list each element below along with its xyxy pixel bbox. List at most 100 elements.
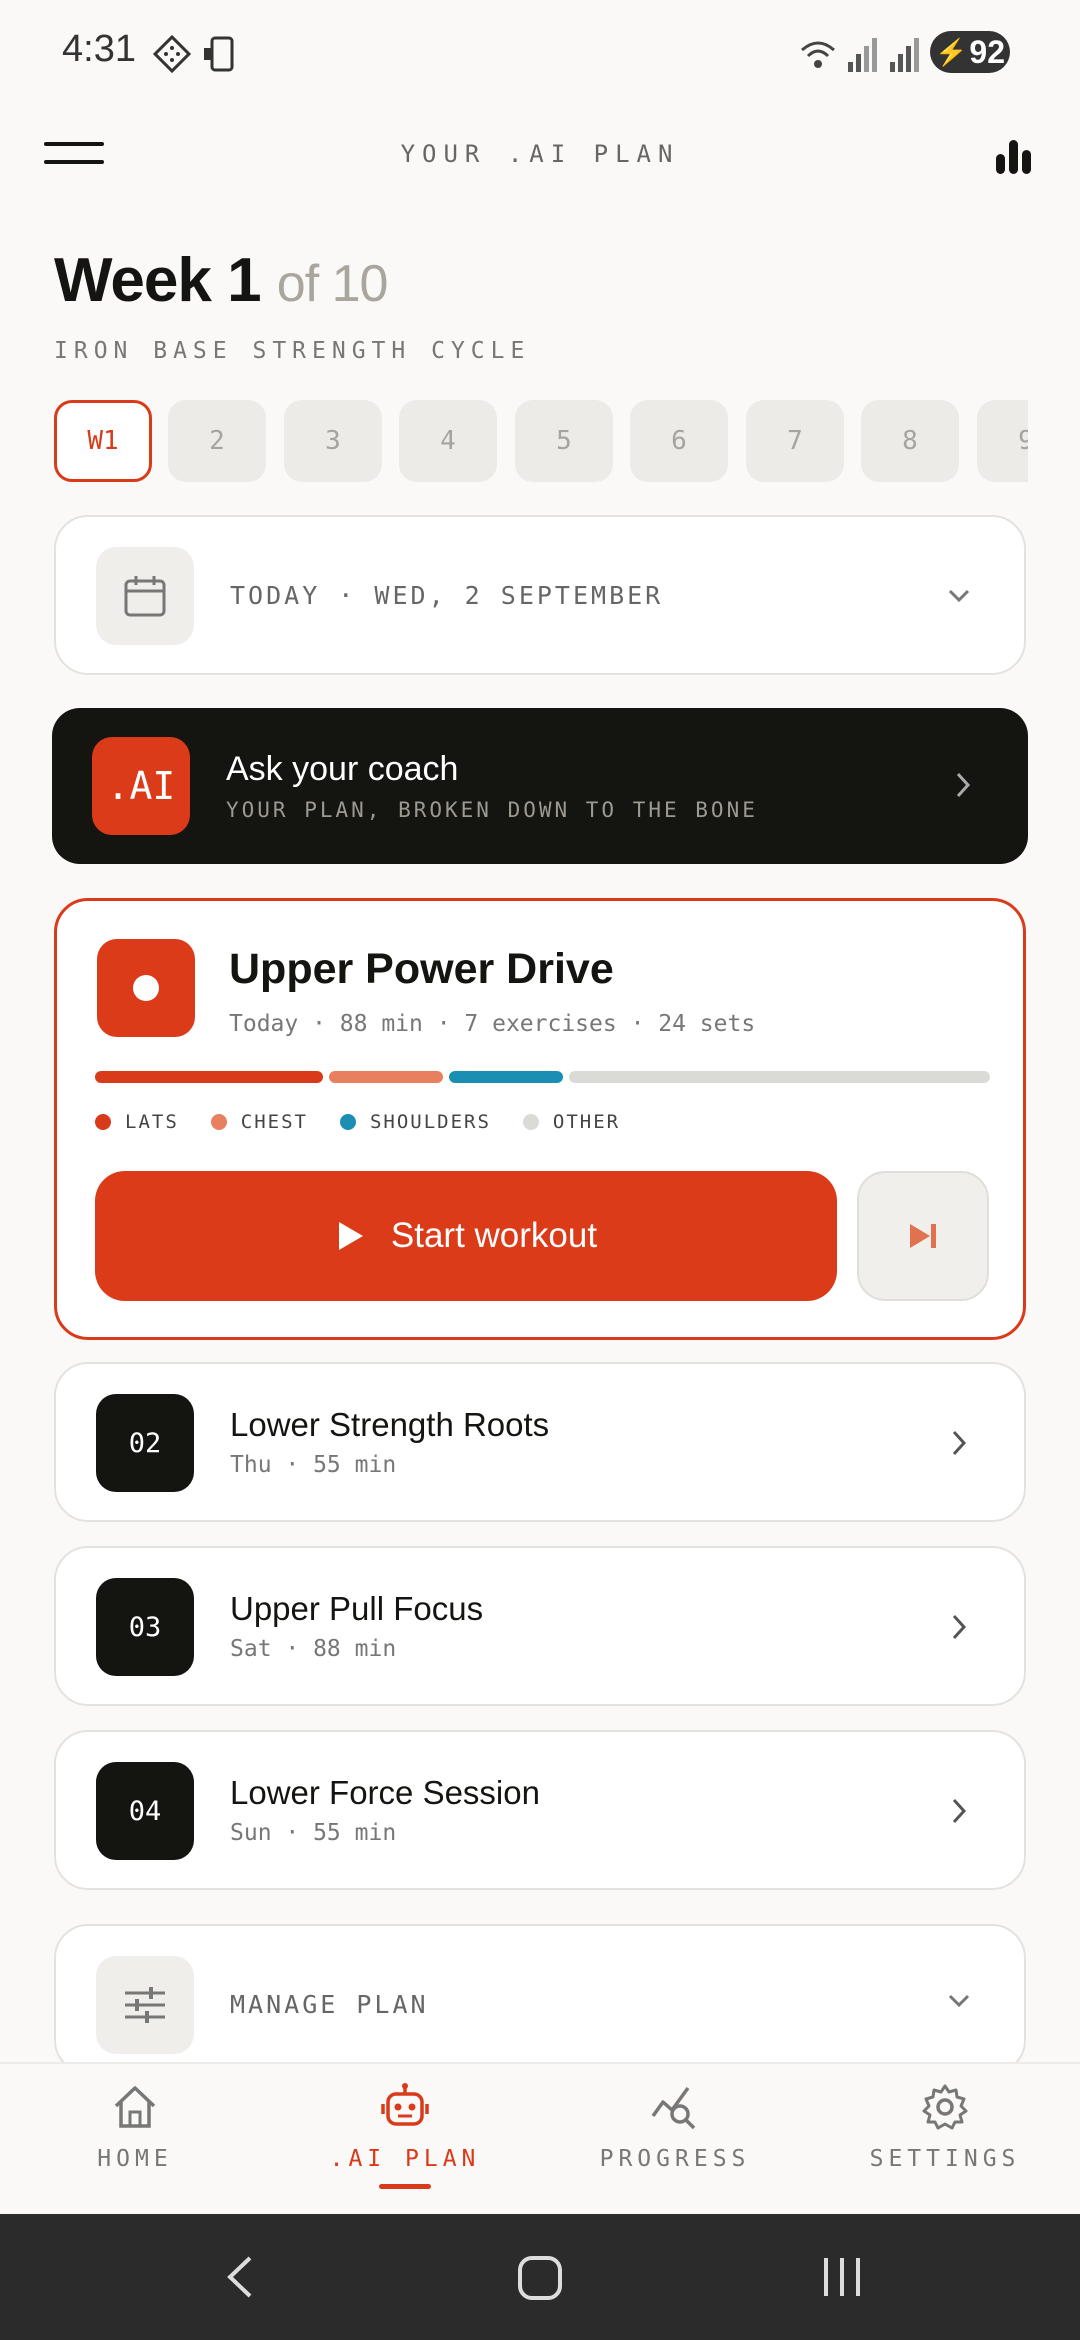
legend-dot [339, 1114, 356, 1130]
home-nav-icon[interactable] [516, 2254, 564, 2307]
nav-ai-plan-label: .AI PLAN [329, 2146, 481, 2172]
manage-plan-card[interactable]: MANAGE PLAN [54, 1924, 1026, 2074]
sliders-tile [96, 1956, 194, 2054]
week-of: of 10 [276, 255, 389, 313]
muscle-legend: LATS CHEST SHOULDERS OTHER [95, 1111, 620, 1133]
skip-workout-button[interactable] [857, 1171, 989, 1301]
legend-dot [95, 1114, 111, 1130]
session-card-02[interactable]: 02 Lower Strength Roots Thu · 55 min [54, 1362, 1026, 1522]
chevron-right-icon [952, 1798, 967, 1824]
muscle-bar-shoulders [449, 1071, 563, 1083]
home-icon [114, 2086, 156, 2128]
nav-settings-label: SETTINGS [869, 2146, 1021, 2172]
week-chip-1[interactable]: W1 [54, 400, 152, 482]
robot-icon [381, 2083, 429, 2126]
status-time: 4:31 [62, 28, 136, 70]
session-number: 03 [96, 1578, 194, 1676]
battery-level: 92 [969, 33, 1005, 70]
chevron-right-icon [952, 1430, 967, 1456]
week-chip-6[interactable]: 6 [630, 400, 728, 482]
recents-nav-icon[interactable] [820, 2254, 864, 2305]
week-chip-9[interactable]: 9 [977, 400, 1028, 482]
legend-item-chest: CHEST [210, 1111, 308, 1133]
session-number: 02 [96, 1394, 194, 1492]
active-tab-indicator [379, 2184, 431, 2189]
week-selector: W1 2 3 4 5 6 7 8 9 [54, 400, 1028, 482]
legend-item-other: OTHER [522, 1111, 621, 1133]
session-meta: Sat · 88 min [230, 1636, 397, 1662]
legend-label: LATS [125, 1111, 179, 1133]
week-chip-8[interactable]: 8 [861, 400, 959, 482]
nav-progress-label: PROGRESS [599, 2146, 751, 2172]
legend-dot [210, 1114, 227, 1130]
workout-title: Upper Power Drive [229, 945, 614, 993]
muscle-bar-chest [329, 1071, 443, 1083]
nav-home[interactable]: HOME [0, 2082, 270, 2172]
session-card-04[interactable]: 04 Lower Force Session Sun · 55 min [54, 1730, 1026, 1890]
nav-progress[interactable]: PROGRESS [540, 2082, 810, 2172]
session-title: Lower Strength Roots [230, 1406, 550, 1443]
today-workout-card: Upper Power Drive Today · 88 min · 7 exe… [54, 898, 1026, 1340]
legend-item-shoulders: SHOULDERS [339, 1111, 491, 1133]
legend-label: SHOULDERS [369, 1111, 491, 1133]
week-chip-3[interactable]: 3 [284, 400, 382, 482]
ai-badge: .AI [92, 737, 190, 835]
week-chip-7[interactable]: 7 [746, 400, 844, 482]
coach-subtitle: YOUR PLAN, BROKEN DOWN TO THE BONE [226, 798, 758, 822]
header-title: YOUR .AI PLAN [400, 140, 680, 168]
sliders-icon [125, 1987, 165, 2023]
legend-item-lats: LATS [95, 1111, 179, 1133]
chevron-right-icon [956, 772, 971, 798]
session-title: Upper Pull Focus [230, 1590, 484, 1627]
battery-indicator: ⚡ 92 [930, 31, 1010, 73]
session-number: 04 [96, 1762, 194, 1860]
nav-home-label: HOME [97, 2146, 173, 2172]
app-header: YOUR .AI PLAN [0, 120, 1080, 190]
progress-search-icon [651, 2086, 696, 2130]
legend-dot [522, 1114, 539, 1130]
status-bar: 4:31 ⚡ 92 [0, 0, 1080, 100]
muscle-bar-lats [95, 1071, 323, 1083]
week-chip-4[interactable]: 4 [399, 400, 497, 482]
manage-plan-label: MANAGE PLAN [230, 1990, 429, 2019]
chevron-down-icon [948, 1994, 970, 2008]
play-icon [338, 1222, 363, 1250]
muscle-bar-other [569, 1071, 990, 1083]
signal-icon [890, 38, 919, 72]
skip-next-icon [910, 1224, 936, 1248]
week-chip-5[interactable]: 5 [515, 400, 613, 482]
wifi-icon [801, 41, 835, 68]
workout-meta: Today · 88 min · 7 exercises · 24 sets [229, 1011, 756, 1037]
week-chip-2[interactable]: 2 [168, 400, 266, 482]
nav-ai-plan[interactable]: .AI PLAN [270, 2082, 540, 2189]
coach-title: Ask your coach [226, 750, 459, 788]
gear-icon [922, 2084, 968, 2130]
start-workout-label: Start workout [390, 1216, 598, 1255]
week-title: Week 1 of 10 [54, 245, 389, 316]
legend-label: CHEST [240, 1111, 308, 1133]
signal-icon [848, 38, 877, 72]
start-workout-button[interactable]: Start workout [95, 1171, 837, 1301]
week-label: Week 1 [54, 246, 262, 315]
chevron-down-icon [948, 589, 970, 603]
session-card-03[interactable]: 03 Upper Pull Focus Sat · 88 min [54, 1546, 1026, 1706]
nav-settings[interactable]: SETTINGS [810, 2082, 1080, 2172]
ask-coach-card[interactable]: .AI Ask your coach YOUR PLAN, BROKEN DOW… [52, 708, 1028, 864]
plan-subtitle: IRON BASE STRENGTH CYCLE [54, 338, 531, 364]
session-meta: Thu · 55 min [230, 1452, 397, 1478]
session-title: Lower Force Session [230, 1774, 540, 1811]
bar-chart-icon[interactable] [994, 136, 1034, 176]
legend-label: OTHER [552, 1111, 621, 1133]
bottom-navigation: HOME .AI PLAN PROGRESS SETTINGS [0, 2062, 1080, 2214]
session-meta: Sun · 55 min [230, 1820, 397, 1846]
today-date-label: TODAY · WED, 2 SEPTEMBER [230, 581, 664, 610]
calendar-icon [124, 576, 166, 617]
system-navigation-bar [0, 2214, 1080, 2340]
back-nav-icon[interactable] [220, 2254, 260, 2305]
diamond-grid-icon [152, 34, 192, 74]
battery-charging-icon: ⚡ [935, 36, 968, 67]
workout-record-icon [97, 939, 195, 1037]
calendar-tile [96, 547, 194, 645]
muscle-split-bar [95, 1071, 991, 1083]
today-selector[interactable]: TODAY · WED, 2 SEPTEMBER [54, 515, 1026, 675]
